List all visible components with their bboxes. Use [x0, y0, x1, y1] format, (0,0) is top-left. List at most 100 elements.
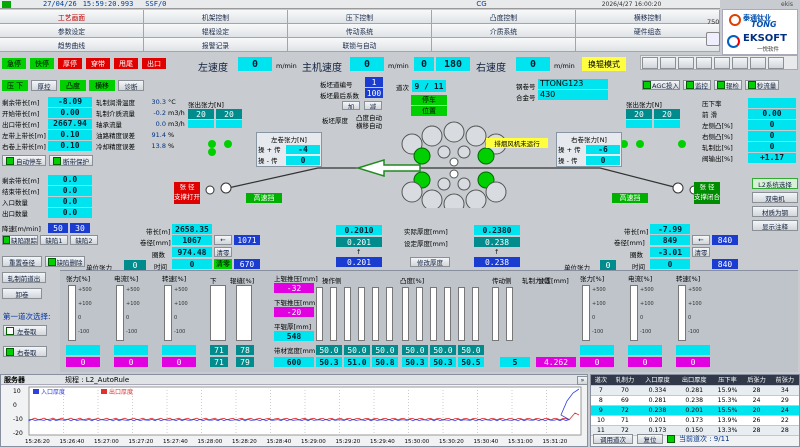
call-pass-button[interactable]: 调用道次 — [593, 434, 633, 444]
roll-check-button[interactable]: 辊检 — [714, 80, 742, 90]
nav-item-2-2[interactable]: 联锁与自动 — [288, 38, 432, 52]
unload-button[interactable]: 卸卷 — [2, 288, 42, 299]
param-label: 开始带长[m] — [2, 109, 40, 118]
param-label: 入口数量 — [2, 198, 28, 207]
right-tension-value: 0 — [600, 260, 616, 270]
left-arrow-button[interactable]: ← — [214, 235, 232, 245]
pass-table-cell: 0.238 — [639, 405, 676, 416]
break-protect-button[interactable]: 断带保护 — [49, 155, 93, 166]
pass-table-cell: 15.5% — [712, 405, 743, 416]
nav-item-1-3[interactable]: 介质系统 — [432, 24, 576, 38]
nav-item-1-2[interactable]: 传动系统 — [288, 24, 432, 38]
right-arrow-button[interactable]: ← — [692, 235, 710, 245]
defect-track-button[interactable]: 缺陷跟踪 — [2, 235, 38, 245]
show-notes-button[interactable]: 显示注释 — [752, 220, 798, 231]
reset-coil-button[interactable]: 重置卷径 — [2, 256, 42, 267]
param-label: 左侧凸[%] — [702, 121, 733, 130]
press-down-button[interactable]: 压 下 — [2, 80, 28, 91]
gauge-scale-label: 0 — [640, 315, 644, 321]
tool-btn-5[interactable] — [714, 57, 730, 69]
thick-stop-button[interactable]: 厚停 — [58, 58, 82, 69]
sub-button[interactable]: 减 — [364, 101, 382, 110]
tool-btn-6[interactable] — [732, 57, 748, 69]
pass-table-cell: 0.201 — [639, 415, 676, 426]
right-coil-state: 张 径 支撑闭合 — [694, 182, 720, 204]
right-speed-label: 右速度 — [476, 63, 506, 74]
flow-button[interactable]: 秒流量 — [745, 80, 779, 90]
nav-item-0-4[interactable]: 横移控制 — [576, 10, 720, 24]
dual-motor-button[interactable]: 双电机 — [752, 192, 798, 203]
protect-row: 自动停车 断带保护 — [2, 155, 93, 166]
gauge-scale-label: +100 — [78, 301, 92, 307]
reset-button[interactable]: 复位 — [637, 434, 663, 444]
pass-no-label: 道次 — [396, 84, 409, 92]
tool-btn-2[interactable] — [660, 57, 676, 69]
left-clear2-button[interactable]: 清零 — [214, 259, 232, 269]
right-coil-l2: 操 - 传 — [558, 157, 578, 165]
modify-thick-button[interactable]: 修改厚度 — [410, 257, 450, 267]
pass-table-row[interactable]: 9 72 0.238 0.201 15.5% 20 24 — [591, 405, 799, 416]
tool-btn-8[interactable] — [768, 57, 784, 69]
shift-button[interactable]: 横移 — [89, 80, 115, 91]
l2-select-button[interactable]: L2系统选择 — [752, 178, 798, 189]
tool-btn-7[interactable] — [750, 57, 766, 69]
gap-bar — [210, 285, 226, 341]
param-value: 13.8 — [151, 141, 166, 150]
defect-delete-button[interactable]: 缺陷删除 — [45, 256, 85, 267]
left-clear1-button[interactable]: 清零 — [214, 247, 232, 257]
nav-item-0-2[interactable]: 压下控制 — [288, 10, 432, 24]
roll-no-label: 板坯道编号 — [320, 81, 353, 89]
nav-item-1-1[interactable]: 辊程设定 — [144, 24, 288, 38]
tool-btn-4[interactable] — [696, 57, 712, 69]
left-coil-state-l1: 张 径 — [179, 183, 195, 191]
left-speed-v1[interactable]: 50 — [48, 223, 68, 233]
trend-panel: 服务器 规程 : L2_AutoRule 入口厚度 出口厚度 10 0 -10 -20… — [0, 374, 588, 447]
change-roll-mode[interactable]: 换辊模式 — [582, 57, 626, 71]
pass-table-row[interactable]: 8 69 0.281 0.238 15.3% 24 29 — [591, 395, 799, 406]
exit-button[interactable]: 出口 — [142, 58, 166, 69]
param-label: 出口带长[m] — [2, 120, 40, 129]
nav-item-2-1[interactable]: 报警记录 — [144, 38, 288, 52]
right-coil-radio-label: 右卷取 — [17, 348, 37, 357]
right-clear-button[interactable]: 清零 — [692, 247, 710, 257]
tail-out-button[interactable]: 甩尾 — [114, 58, 138, 69]
gauge-value-2: 0 — [580, 357, 614, 367]
thick-ctrl-button[interactable]: 厚控 — [31, 80, 57, 91]
nav-item-1-0[interactable]: 参数设定 — [0, 24, 144, 38]
defect1-button[interactable]: 缺陷1 — [40, 235, 68, 245]
expand-button[interactable]: » — [577, 376, 588, 385]
gauge-scale-label: +500 — [688, 287, 702, 293]
add-button[interactable]: 加 — [342, 101, 360, 110]
monitor-button[interactable]: 监控 — [683, 80, 711, 90]
pass-table-row[interactable]: 10 71 0.201 0.173 13.9% 26 22 — [591, 415, 799, 426]
roll-prev-button[interactable]: 轧制前道出 — [2, 272, 46, 283]
nav-item-0-0[interactable]: 工艺画面 — [0, 10, 144, 24]
tool-btn-3[interactable] — [678, 57, 694, 69]
nav-item-0-1[interactable]: 机架控制 — [144, 10, 288, 24]
left-coil-radio[interactable]: 左卷取 — [3, 325, 47, 336]
fast-stop-button[interactable]: 快停 — [30, 58, 54, 69]
nav-item-0-3[interactable]: 凸度控制 — [432, 10, 576, 24]
estop-button[interactable]: 急停 — [2, 58, 26, 69]
pass-table-cell: 7 — [591, 385, 611, 396]
left-speed-v2[interactable]: 30 — [70, 223, 90, 233]
steel-mat-button[interactable]: 材质为钢 — [752, 206, 798, 217]
agc-button[interactable]: AGC投入 — [642, 80, 680, 90]
fan-status: 排烟风机未运行 — [486, 138, 548, 148]
defect-delete-led — [47, 257, 56, 266]
pass-table-row[interactable]: 7 70 0.334 0.281 15.9% 28 34 — [591, 385, 799, 396]
right-reel — [672, 182, 684, 194]
refresh-icon[interactable] — [706, 32, 720, 46]
gauge-scale-label: -100 — [592, 329, 604, 335]
auto-stop-button[interactable]: 自动停车 — [2, 155, 46, 166]
nav-empty — [576, 38, 720, 52]
left-thick-v3: 0.201 — [336, 257, 382, 267]
threading-button[interactable]: 穿带 — [86, 58, 110, 69]
diag-button[interactable]: 诊断 — [118, 80, 144, 91]
defect2-button[interactable]: 缺陷2 — [70, 235, 98, 245]
tool-btn-1[interactable] — [642, 57, 658, 69]
right-coil-radio[interactable]: 右卷取 — [3, 346, 47, 357]
nav-item-2-0[interactable]: 趋势曲线 — [0, 38, 144, 52]
nav-item-1-4[interactable]: 硬件组态 — [576, 24, 720, 38]
crown-button[interactable]: 凸度 — [60, 80, 86, 91]
